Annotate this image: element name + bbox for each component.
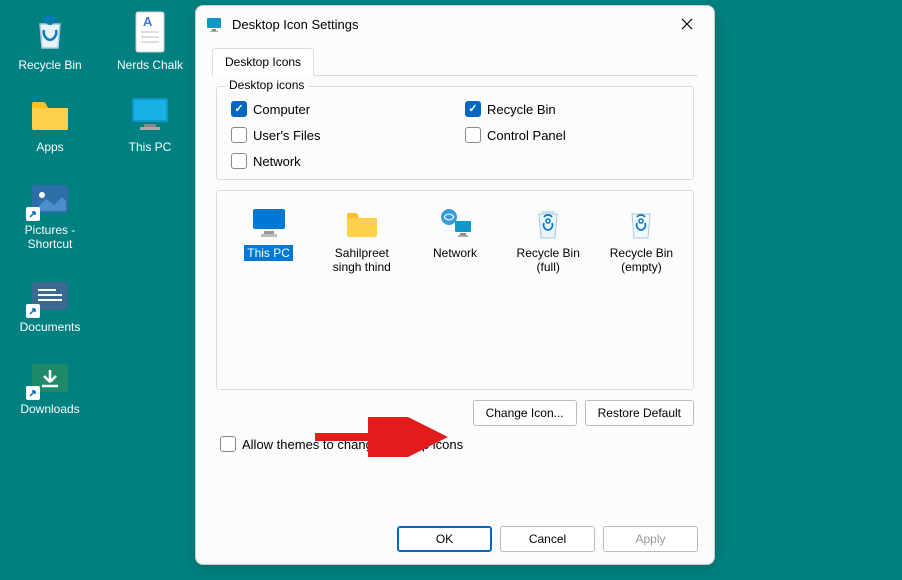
monitor-icon <box>249 205 289 241</box>
desktop-icon-label: Recycle Bin <box>18 58 81 72</box>
preview-this-pc[interactable]: This PC <box>231 205 306 261</box>
preview-label: This PC <box>244 245 293 261</box>
network-icon <box>435 205 475 241</box>
checkbox-icon <box>231 127 247 143</box>
checkbox-network[interactable]: Network <box>231 153 445 169</box>
apply-button[interactable]: Apply <box>603 526 698 552</box>
desktop-icon-nerds-chalk[interactable]: A Nerds Chalk <box>110 10 190 72</box>
preview-network[interactable]: Network <box>417 205 492 261</box>
ok-button[interactable]: OK <box>397 526 492 552</box>
desktop-icon-settings-dialog: Desktop Icon Settings Desktop Icons Desk… <box>195 5 715 565</box>
preview-recycle-bin-full[interactable]: Recycle Bin (full) <box>511 205 586 276</box>
checkbox-label: Allow themes to change desktop icons <box>242 437 463 452</box>
preview-recycle-bin-empty[interactable]: Recycle Bin (empty) <box>604 205 679 276</box>
monitor-icon <box>128 92 172 136</box>
recycle-bin-icon <box>28 10 72 54</box>
folder-icon <box>28 92 72 136</box>
checkbox-label: Computer <box>253 102 310 117</box>
dialog-footer: OK Cancel Apply <box>397 526 698 552</box>
checkbox-icon <box>220 436 236 452</box>
documents-folder-icon <box>28 272 72 316</box>
checkbox-computer[interactable]: Computer <box>231 101 445 117</box>
desktop-icon-apps[interactable]: Apps <box>10 92 90 154</box>
recycle-bin-empty-icon <box>621 205 661 241</box>
downloads-folder-icon <box>28 354 72 398</box>
checkbox-control-panel[interactable]: Control Panel <box>465 127 679 143</box>
dialog-title: Desktop Icon Settings <box>232 17 666 32</box>
titlebar[interactable]: Desktop Icon Settings <box>196 6 714 42</box>
desktop-icon-label: This PC <box>129 140 172 154</box>
recycle-bin-full-icon <box>528 205 568 241</box>
desktop-icon-this-pc[interactable]: This PC <box>110 92 190 154</box>
desktop-icon-label: Downloads <box>20 402 79 416</box>
document-icon: A <box>128 10 172 54</box>
desktop-icon-label: Pictures - Shortcut <box>10 223 90 252</box>
checkbox-icon <box>231 153 247 169</box>
checkbox-recycle-bin[interactable]: Recycle Bin <box>465 101 679 117</box>
folder-icon <box>342 205 382 241</box>
desktop-icon-recycle-bin[interactable]: Recycle Bin <box>10 10 90 72</box>
desktop-icon-pictures-shortcut[interactable]: Pictures - Shortcut <box>10 175 90 252</box>
desktop-icon-label: Nerds Chalk <box>117 58 183 72</box>
shortcut-arrow-icon <box>26 386 40 400</box>
cancel-button[interactable]: Cancel <box>500 526 595 552</box>
checkbox-allow-themes[interactable]: Allow themes to change desktop icons <box>220 436 694 452</box>
shortcut-arrow-icon <box>26 207 40 221</box>
desktop-icon-documents[interactable]: Documents <box>10 272 90 334</box>
desktop-icon-label: Apps <box>36 140 63 154</box>
group-legend: Desktop icons <box>225 78 308 92</box>
checkbox-icon <box>465 127 481 143</box>
preview-label: Network <box>430 245 480 261</box>
checkbox-icon <box>231 101 247 117</box>
checkbox-label: Network <box>253 154 301 169</box>
checkbox-icon <box>465 101 481 117</box>
shortcut-arrow-icon <box>26 304 40 318</box>
preview-label: Recycle Bin (empty) <box>604 245 679 276</box>
preview-label: Recycle Bin (full) <box>511 245 586 276</box>
preview-user-folder[interactable]: Sahilpreet singh thind <box>324 205 399 276</box>
icon-preview-group: This PC Sahilpreet singh thind Network R… <box>216 190 694 390</box>
checkbox-label: User's Files <box>253 128 321 143</box>
desktop-icon-label: Documents <box>20 320 81 334</box>
desktop-icon-downloads[interactable]: Downloads <box>10 354 90 416</box>
restore-default-button[interactable]: Restore Default <box>585 400 694 426</box>
preview-label: Sahilpreet singh thind <box>324 245 399 276</box>
change-icon-button[interactable]: Change Icon... <box>473 400 577 426</box>
checkbox-label: Recycle Bin <box>487 102 556 117</box>
pictures-folder-icon <box>28 175 72 219</box>
checkbox-users-files[interactable]: User's Files <box>231 127 445 143</box>
checkbox-label: Control Panel <box>487 128 566 143</box>
tabbar: Desktop Icons <box>212 48 698 76</box>
close-icon <box>681 18 693 30</box>
tab-desktop-icons[interactable]: Desktop Icons <box>212 48 314 76</box>
desktop: Recycle Bin A Nerds Chalk Apps This PC <box>0 0 200 580</box>
close-button[interactable] <box>666 10 708 38</box>
dialog-app-icon <box>206 15 224 33</box>
desktop-icons-group: Desktop icons Computer Recycle Bin User'… <box>216 86 694 180</box>
svg-text:A: A <box>143 14 153 29</box>
